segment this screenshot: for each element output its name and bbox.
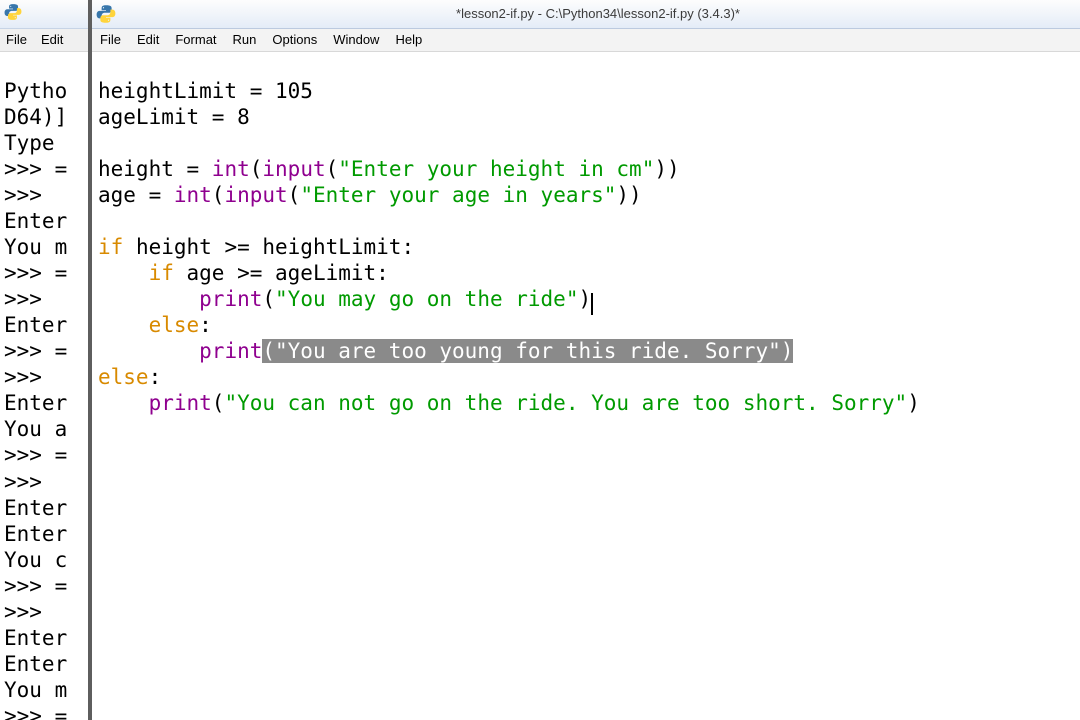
code-line: else: xyxy=(98,313,212,337)
editor-menubar[interactable]: File Edit Format Run Options Window Help xyxy=(92,29,1080,52)
menu-edit[interactable]: Edit xyxy=(137,32,159,47)
python-file-icon xyxy=(96,4,116,24)
editor-code[interactable]: heightLimit = 105 ageLimit = 8 height = … xyxy=(92,52,1080,442)
code-line: else: xyxy=(98,365,161,389)
shell-titlebar[interactable] xyxy=(0,0,88,29)
editor-title: *lesson2-if.py - C:\Python34\lesson2-if.… xyxy=(116,0,1080,28)
python-shell-window: File Edit Pytho D64)] Type >>> = >>> Ente… xyxy=(0,0,92,720)
shell-menu-file[interactable]: File xyxy=(6,32,27,47)
shell-menubar[interactable]: File Edit xyxy=(0,29,88,52)
code-line: if height >= heightLimit: xyxy=(98,235,414,259)
shell-menu-edit[interactable]: Edit xyxy=(41,32,63,47)
editor-titlebar[interactable]: *lesson2-if.py - C:\Python34\lesson2-if.… xyxy=(92,0,1080,29)
code-line: ageLimit = 8 xyxy=(98,105,250,129)
editor-window: *lesson2-if.py - C:\Python34\lesson2-if.… xyxy=(92,0,1080,720)
code-line: age = int(input("Enter your age in years… xyxy=(98,183,642,207)
text-cursor xyxy=(591,293,593,315)
menu-help[interactable]: Help xyxy=(395,32,422,47)
code-line: heightLimit = 105 xyxy=(98,79,313,103)
menu-format[interactable]: Format xyxy=(175,32,216,47)
code-line: print("You are too young for this ride. … xyxy=(98,339,793,363)
code-line: print("You can not go on the ride. You a… xyxy=(98,391,920,415)
menu-options[interactable]: Options xyxy=(272,32,317,47)
shell-output[interactable]: Pytho D64)] Type >>> = >>> Enter You m >… xyxy=(0,52,88,720)
menu-run[interactable]: Run xyxy=(233,32,257,47)
code-line: if age >= ageLimit: xyxy=(98,261,389,285)
menu-window[interactable]: Window xyxy=(333,32,379,47)
code-line: height = int(input("Enter your height in… xyxy=(98,157,680,181)
python-icon xyxy=(4,1,22,27)
text-selection: ("You are too young for this ride. Sorry… xyxy=(262,339,793,363)
code-line: print("You may go on the ride") xyxy=(98,287,593,311)
menu-file[interactable]: File xyxy=(100,32,121,47)
